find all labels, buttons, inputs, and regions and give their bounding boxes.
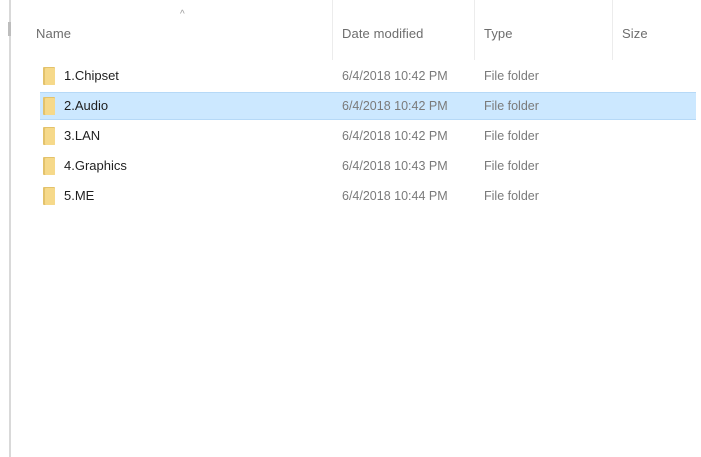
file-explorer-details-view: ^ Name Date modified Type Size 1.Chipset… — [0, 0, 701, 457]
file-date-modified: 6/4/2018 10:44 PM — [342, 189, 448, 203]
file-row-selected[interactable]: 2.Audio 6/4/2018 10:42 PM File folder — [0, 91, 701, 121]
column-header-type[interactable]: Type — [484, 26, 513, 41]
folder-icon — [43, 157, 55, 175]
column-divider[interactable] — [612, 0, 613, 60]
file-name: 3.LAN — [64, 128, 101, 143]
folder-icon — [43, 67, 55, 85]
column-header-size[interactable]: Size — [622, 26, 648, 41]
folder-icon — [43, 187, 55, 205]
sort-ascending-icon: ^ — [180, 9, 185, 20]
column-header-date-modified[interactable]: Date modified — [342, 26, 424, 41]
file-name: 4.Graphics — [64, 158, 127, 173]
file-date-modified: 6/4/2018 10:42 PM — [342, 129, 448, 143]
file-row[interactable]: 4.Graphics 6/4/2018 10:43 PM File folder — [0, 151, 701, 181]
file-type: File folder — [484, 159, 539, 173]
file-type: File folder — [484, 129, 539, 143]
file-name: 1.Chipset — [64, 68, 119, 83]
folder-icon — [43, 127, 55, 145]
file-row[interactable]: 3.LAN 6/4/2018 10:42 PM File folder — [0, 121, 701, 151]
file-name: 2.Audio — [64, 98, 109, 113]
file-date-modified: 6/4/2018 10:43 PM — [342, 159, 448, 173]
file-type: File folder — [484, 99, 539, 113]
file-name: 5.ME — [64, 188, 95, 203]
column-divider[interactable] — [474, 0, 475, 60]
folder-icon — [43, 97, 55, 115]
file-type: File folder — [484, 69, 539, 83]
file-row[interactable]: 1.Chipset 6/4/2018 10:42 PM File folder — [0, 61, 701, 91]
file-date-modified: 6/4/2018 10:42 PM — [342, 99, 448, 113]
file-list: 1.Chipset 6/4/2018 10:42 PM File folder … — [0, 61, 701, 211]
file-type: File folder — [484, 189, 539, 203]
column-header-bar: ^ Name Date modified Type Size — [0, 0, 701, 60]
file-date-modified: 6/4/2018 10:42 PM — [342, 69, 448, 83]
file-row[interactable]: 5.ME 6/4/2018 10:44 PM File folder — [0, 181, 701, 211]
column-divider[interactable] — [332, 0, 333, 60]
column-header-name[interactable]: Name — [36, 26, 71, 41]
